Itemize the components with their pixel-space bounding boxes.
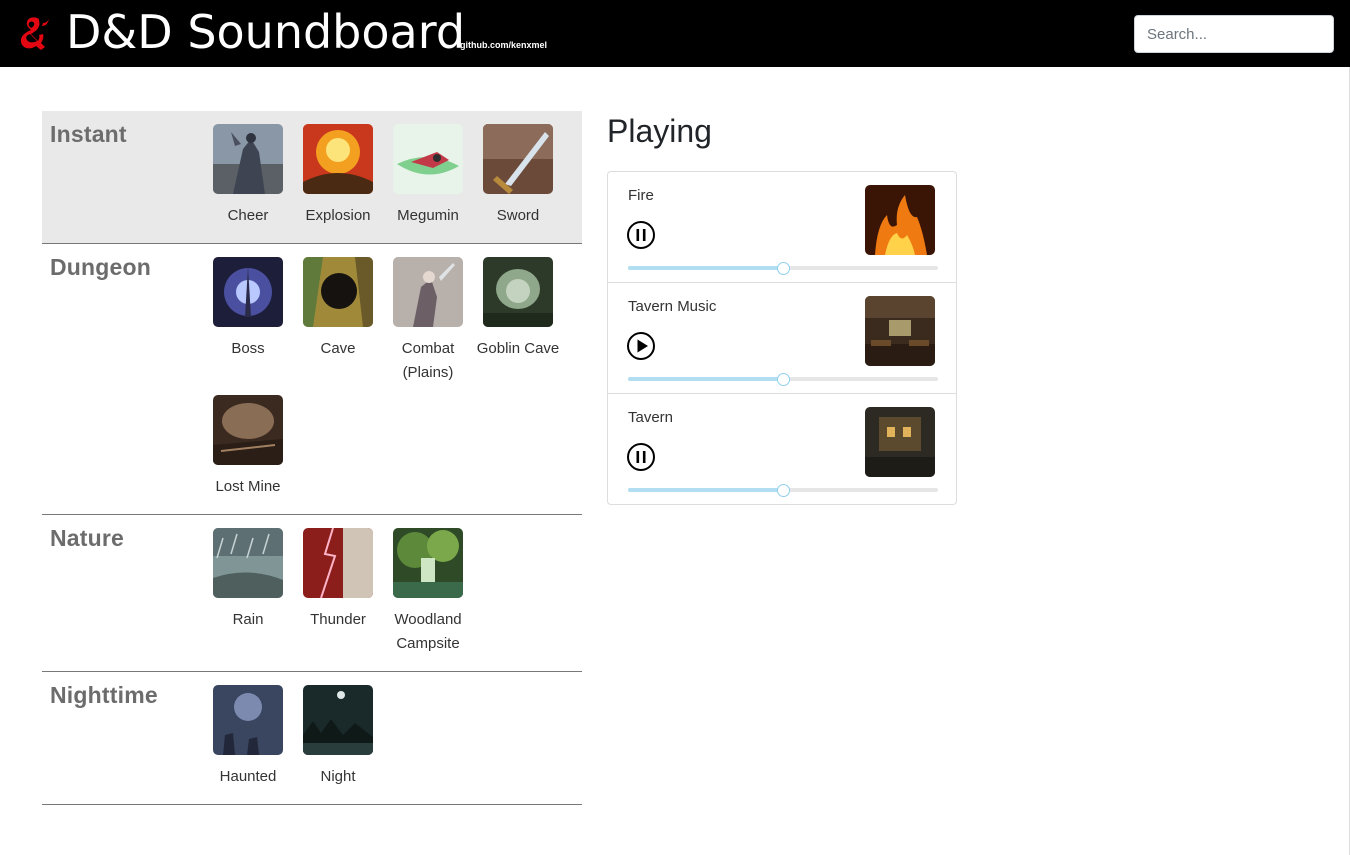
sound-label: Night — [320, 768, 356, 785]
sound-thumbnail — [303, 124, 373, 194]
sound-thumbnail — [213, 395, 283, 465]
category-instant: Instant Cheer Explosion Megumin Sword — [42, 111, 582, 244]
sound-megumin[interactable]: Megumin — [383, 124, 473, 228]
category-dungeon: Dungeon Boss Cave Combat (Plains) Goblin… — [42, 244, 582, 515]
sound-lost-mine[interactable]: Lost Mine — [203, 395, 293, 499]
category-list: Instant Cheer Explosion Megumin Sword Du… — [42, 111, 582, 805]
sound-haunted[interactable]: Haunted — [203, 685, 293, 789]
volume-handle[interactable] — [777, 262, 790, 275]
dnd-ampersand-dragon-icon[interactable] — [13, 13, 53, 53]
track-name: Tavern Music — [628, 298, 717, 315]
sound-thumbnail — [303, 685, 373, 755]
sound-label: Cheer — [227, 207, 269, 224]
sound-grid: Boss Cave Combat (Plains) Goblin Cave Lo… — [203, 244, 582, 514]
sound-cave[interactable]: Cave — [293, 257, 383, 385]
track-fire: Fire — [608, 172, 956, 283]
sound-rain[interactable]: Rain — [203, 528, 293, 656]
sound-label: Thunder — [310, 611, 366, 628]
sound-thumbnail — [213, 124, 283, 194]
track-tavern: Tavern — [608, 394, 956, 504]
sound-thumbnail — [483, 124, 553, 194]
sound-label: Boss — [231, 340, 265, 357]
playing-title: Playing — [607, 113, 712, 149]
sound-thumbnail — [303, 257, 373, 327]
sound-label: Goblin Cave — [476, 340, 560, 357]
track-thumbnail — [865, 296, 935, 366]
volume-handle[interactable] — [777, 373, 790, 386]
sound-label: Megumin — [397, 207, 459, 224]
sound-cheer[interactable]: Cheer — [203, 124, 293, 228]
sound-label: Rain — [232, 611, 264, 628]
sound-thumbnail — [213, 257, 283, 327]
sound-thumbnail — [393, 257, 463, 327]
category-title: Instant — [50, 121, 127, 147]
track-name: Fire — [628, 187, 654, 204]
sound-goblin-cave[interactable]: Goblin Cave — [473, 257, 563, 385]
sound-label: Lost Mine — [215, 478, 281, 495]
category-title: Nature — [50, 525, 125, 551]
volume-slider[interactable] — [628, 484, 938, 497]
track-thumbnail — [865, 407, 935, 477]
track-name: Tavern — [628, 409, 674, 426]
sound-label: Explosion — [305, 207, 371, 224]
sound-label: Sword — [496, 207, 540, 224]
category-title: Dungeon — [50, 254, 152, 280]
sound-woodland-campsite[interactable]: Woodland Campsite — [383, 528, 473, 656]
category-nighttime: Nighttime Haunted Night — [42, 672, 582, 805]
volume-fill — [628, 266, 783, 270]
sound-explosion[interactable]: Explosion — [293, 124, 383, 228]
sound-thumbnail — [213, 528, 283, 598]
volume-handle[interactable] — [777, 484, 790, 497]
sound-thumbnail — [303, 528, 373, 598]
sound-label: Cave — [320, 340, 356, 357]
track-thumbnail — [865, 185, 935, 255]
sound-thumbnail — [393, 528, 463, 598]
category-nature: Nature Rain Thunder Woodland Campsite — [42, 515, 582, 672]
pause-icon[interactable] — [626, 220, 656, 250]
volume-slider[interactable] — [628, 262, 938, 275]
volume-fill — [628, 488, 783, 492]
sound-sword[interactable]: Sword — [473, 124, 563, 228]
sound-thumbnail — [393, 124, 463, 194]
track-tavern-music: Tavern Music — [608, 283, 956, 394]
github-link[interactable]: github.com/kenxmel — [460, 40, 547, 50]
sound-grid: Cheer Explosion Megumin Sword — [203, 111, 582, 243]
category-title: Nighttime — [50, 682, 158, 708]
playing-panel: Fire Tavern Music Tavern — [607, 171, 957, 505]
sound-combat-plains[interactable]: Combat (Plains) — [383, 257, 473, 385]
sound-label: Haunted — [219, 768, 277, 785]
pause-icon[interactable] — [626, 442, 656, 472]
sound-boss[interactable]: Boss — [203, 257, 293, 385]
volume-fill — [628, 377, 783, 381]
app-title: D&D Soundboard — [66, 5, 466, 59]
sound-night[interactable]: Night — [293, 685, 383, 789]
sound-thunder[interactable]: Thunder — [293, 528, 383, 656]
search-input[interactable] — [1134, 15, 1334, 53]
volume-slider[interactable] — [628, 373, 938, 386]
top-bar: D&D Soundboard github.com/kenxmel — [0, 0, 1350, 67]
sound-thumbnail — [213, 685, 283, 755]
sound-label: Combat (Plains) — [401, 340, 455, 381]
sound-label: Woodland Campsite — [394, 611, 462, 652]
play-icon[interactable] — [626, 331, 656, 361]
sound-thumbnail — [483, 257, 553, 327]
sound-grid: Rain Thunder Woodland Campsite — [203, 515, 582, 671]
sound-grid: Haunted Night — [203, 672, 582, 804]
